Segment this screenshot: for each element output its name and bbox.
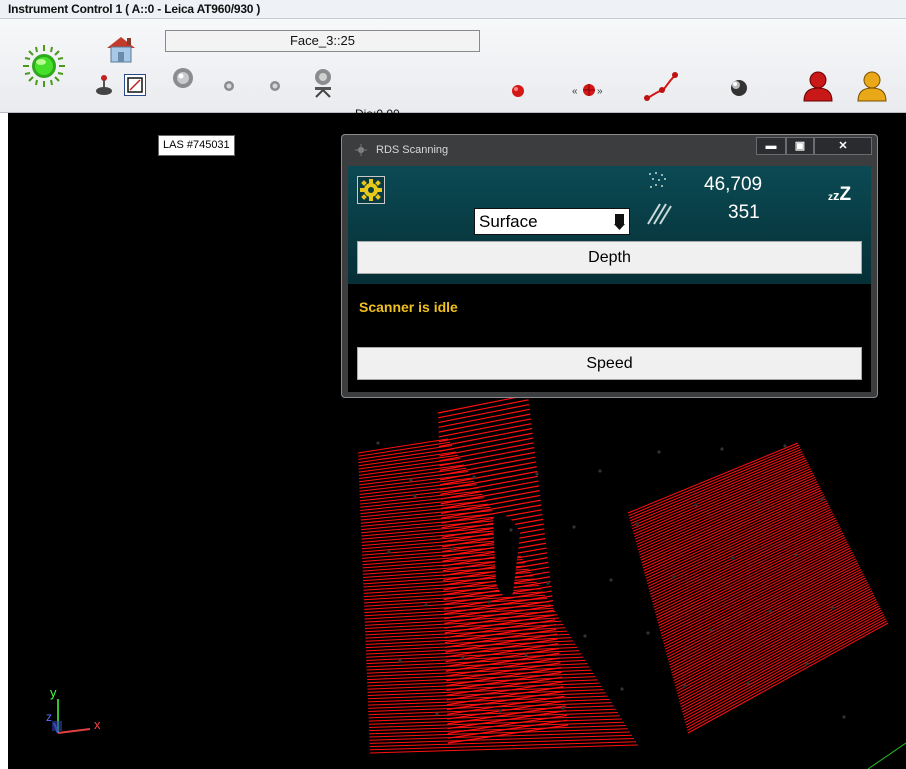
sleep-icon[interactable]: zzZ [828, 184, 851, 206]
sphere-small-icon[interactable] [222, 79, 236, 93]
rds-window-icon [355, 144, 367, 156]
points-count: 46,709 [704, 174, 763, 195]
svg-text:«: « [572, 86, 578, 97]
lines-count: 351 [728, 202, 760, 223]
rds-scanning-window: RDS Scanning ▬ ▣ ✕ Surface 46,709 351 zz… [341, 134, 878, 398]
window-titlebar: Instrument Control 1 ( A::0 - Leica AT96… [0, 0, 906, 19]
axis-y-label: y [50, 685, 57, 700]
target-icon[interactable] [510, 83, 526, 99]
axis-z-label: z [46, 710, 52, 724]
joystick-icon[interactable] [94, 74, 114, 96]
points-icon [649, 172, 666, 188]
level-icon [127, 77, 143, 93]
las-tag: LAS #745031 [158, 135, 235, 156]
tripod-icon[interactable] [311, 68, 335, 98]
target-arrows-icon[interactable]: « » [572, 81, 606, 99]
status-light-icon[interactable] [22, 44, 66, 88]
sleep-z3: Z [839, 184, 852, 205]
depth-button[interactable]: Depth [357, 241, 862, 274]
svg-text:»: » [597, 86, 603, 97]
scan-mode-value: Surface [479, 212, 538, 231]
level-button[interactable] [124, 74, 146, 96]
user-red-icon[interactable] [801, 70, 835, 102]
rds-panel: Surface 46,709 351 zzZ Depth Scanner is … [348, 166, 871, 392]
user-orange-icon[interactable] [855, 70, 889, 102]
scan-mode-select[interactable]: Surface [474, 208, 630, 235]
face-field[interactable]: Face_3::25 [165, 30, 480, 52]
lines-icon [647, 203, 672, 225]
rds-title: RDS Scanning [376, 144, 449, 156]
settings-button[interactable] [357, 176, 385, 204]
path-icon[interactable] [642, 71, 684, 103]
maximize-button[interactable]: ▣ [786, 137, 814, 155]
chevron-down-icon [612, 211, 627, 232]
axis-x-label: x [94, 717, 101, 732]
rds-header: Surface 46,709 351 zzZ Depth [348, 166, 871, 284]
gear-icon [360, 179, 382, 201]
sphere-large-icon[interactable] [171, 66, 195, 90]
home-icon[interactable] [104, 34, 138, 64]
rds-window-buttons: ▬ ▣ ✕ [756, 137, 874, 156]
axis-triad-icon: y z x [46, 685, 101, 734]
ball-icon[interactable] [729, 78, 749, 98]
minimize-button[interactable]: ▬ [756, 137, 786, 155]
scanner-status: Scanner is idle [359, 299, 458, 315]
speed-button[interactable]: Speed [357, 347, 862, 380]
window-title: Instrument Control 1 ( A::0 - Leica AT96… [8, 2, 261, 16]
sphere-small-2-icon[interactable] [268, 79, 282, 93]
close-button[interactable]: ✕ [814, 137, 872, 155]
